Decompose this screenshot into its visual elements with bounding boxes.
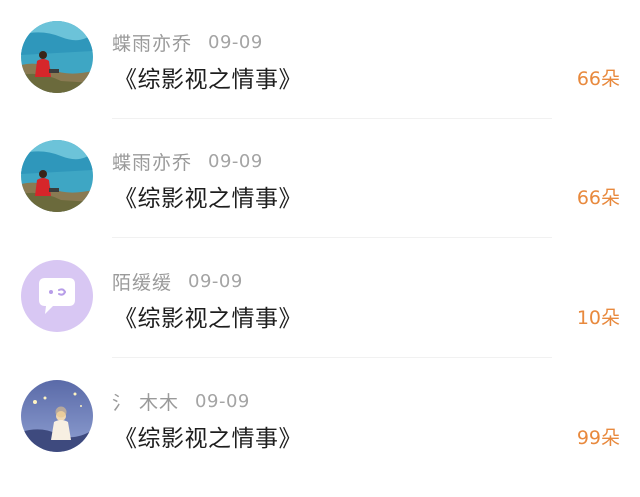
avatar[interactable] bbox=[21, 380, 93, 452]
flower-count: 10朵 bbox=[576, 307, 620, 329]
flower-count: 99朵 bbox=[576, 427, 620, 449]
divider bbox=[112, 357, 552, 358]
comment-meta: 蝶雨亦乔 09-09 bbox=[112, 148, 263, 174]
seaside-photo-icon bbox=[21, 21, 93, 93]
list-item[interactable]: 蝶雨亦乔 09-09 《综影视之情事》 66朵 bbox=[0, 119, 640, 238]
username[interactable]: 蝶雨亦乔 bbox=[112, 148, 192, 175]
chat-bubble-icon bbox=[21, 260, 93, 332]
comment-list: 蝶雨亦乔 09-09 《综影视之情事》 66朵 蝶雨亦乔 09-09 《综影视之… bbox=[0, 0, 640, 497]
comment-date: 09-09 bbox=[195, 390, 250, 412]
list-item[interactable]: 蝶雨亦乔 09-09 《综影视之情事》 66朵 bbox=[0, 0, 640, 119]
comment-meta: 陌缓缓 09-09 bbox=[112, 268, 243, 294]
book-title[interactable]: 《综影视之情事》 bbox=[114, 299, 302, 333]
divider bbox=[112, 237, 552, 238]
comment-meta: 蝶雨亦乔 09-09 bbox=[112, 29, 263, 55]
book-title[interactable]: 《综影视之情事》 bbox=[114, 60, 302, 94]
seaside-photo-icon bbox=[21, 140, 93, 212]
comment-date: 09-09 bbox=[208, 31, 263, 53]
avatar[interactable] bbox=[21, 21, 93, 93]
avatar[interactable] bbox=[21, 260, 93, 332]
comment-meta: 氵 木木 09-09 bbox=[112, 388, 250, 414]
username[interactable]: 蝶雨亦乔 bbox=[112, 29, 192, 56]
comment-date: 09-09 bbox=[188, 270, 243, 292]
list-item[interactable]: 氵 木木 09-09 《综影视之情事》 99朵 bbox=[0, 359, 640, 478]
comment-date: 09-09 bbox=[208, 150, 263, 172]
night-sky-girl-icon bbox=[21, 380, 93, 452]
book-title[interactable]: 《综影视之情事》 bbox=[114, 179, 302, 213]
list-item[interactable]: 陌缓缓 09-09 《综影视之情事》 10朵 bbox=[0, 239, 640, 358]
username[interactable]: 陌缓缓 bbox=[112, 268, 172, 295]
book-title[interactable]: 《综影视之情事》 bbox=[114, 419, 302, 453]
flower-count: 66朵 bbox=[576, 68, 620, 90]
avatar[interactable] bbox=[21, 140, 93, 212]
flower-count: 66朵 bbox=[576, 187, 620, 209]
username[interactable]: 氵 木木 bbox=[112, 388, 179, 415]
